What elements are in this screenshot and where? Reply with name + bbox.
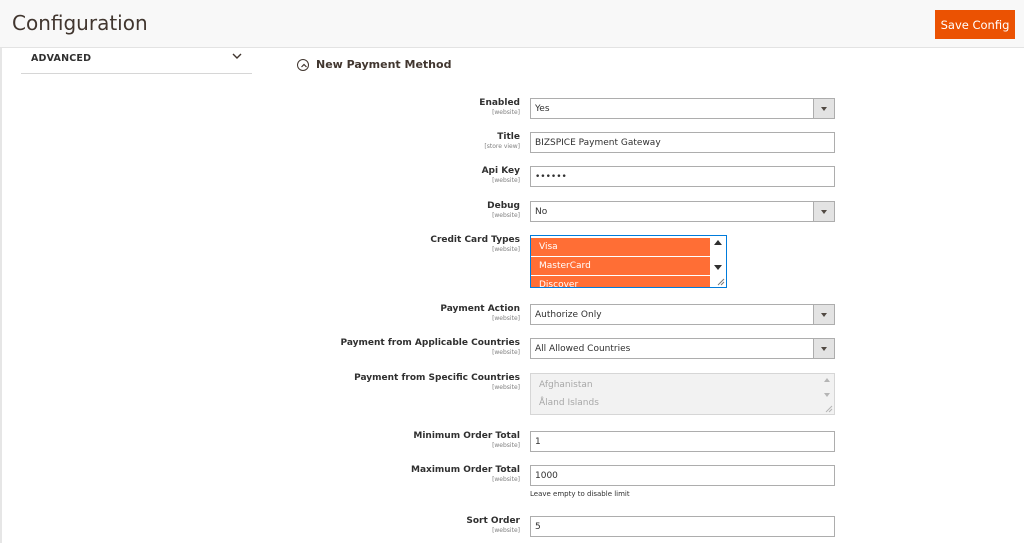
min-order-label: Minimum Order Total: [413, 431, 520, 441]
resize-grip-icon[interactable]: [716, 277, 725, 286]
cc-option-visa[interactable]: Visa: [531, 238, 711, 256]
scope-label: [store view]: [484, 143, 520, 150]
max-order-label: Maximum Order Total: [410, 465, 520, 475]
scope-label: [website]: [492, 315, 520, 322]
scope-label: [website]: [492, 527, 520, 534]
payment-action-select[interactable]: Authorize Only: [530, 304, 835, 325]
api-key-label: Api Key: [481, 166, 520, 176]
payment-action-value: Authorize Only: [535, 309, 602, 320]
scope-label: [website]: [492, 442, 520, 449]
scroll-up-icon: [824, 378, 830, 382]
country-option-afghanistan: Afghanistan: [539, 380, 593, 390]
specific-countries-label: Payment from Specific Countries: [354, 373, 520, 383]
debug-value: No: [535, 206, 548, 217]
payment-action-label: Payment Action: [440, 304, 520, 314]
section-title: New Payment Method: [316, 58, 452, 71]
sort-order-label: Sort Order: [466, 516, 520, 526]
title-label: Title: [497, 132, 520, 142]
scroll-down-icon: [824, 393, 830, 397]
sort-order-input[interactable]: 5: [530, 516, 835, 537]
cc-option-mastercard[interactable]: MasterCard: [531, 257, 711, 275]
collapse-circle-icon: [297, 58, 309, 71]
dropdown-arrow-icon: [813, 99, 834, 118]
sort-order-value: 5: [535, 521, 541, 532]
resize-grip-icon: [825, 405, 833, 413]
enabled-select[interactable]: Yes: [530, 98, 835, 119]
max-order-input[interactable]: 1000: [530, 465, 835, 486]
save-config-button[interactable]: Save Config: [935, 10, 1015, 39]
max-order-value: 1000: [535, 470, 558, 481]
scroll-down-icon[interactable]: [714, 265, 722, 270]
dropdown-arrow-icon: [813, 339, 834, 358]
sidebar-tab-label: ADVANCED: [31, 53, 92, 64]
enabled-value: Yes: [535, 103, 550, 114]
sidebar-tab-advanced[interactable]: ADVANCED: [21, 48, 252, 74]
debug-select[interactable]: No: [530, 201, 835, 222]
left-edge-strip: [0, 48, 2, 543]
applicable-countries-select[interactable]: All Allowed Countries: [530, 338, 835, 359]
applicable-countries-label: Payment from Applicable Countries: [340, 338, 520, 348]
api-key-value: ••••••: [535, 171, 567, 182]
country-option-aland-islands: Åland Islands: [539, 398, 599, 408]
page-header: Configuration Save Config: [0, 0, 1024, 48]
applicable-countries-value: All Allowed Countries: [535, 343, 631, 354]
page-title: Configuration: [12, 11, 148, 35]
scope-label: [website]: [492, 212, 520, 219]
cc-option-discover[interactable]: Discover: [531, 276, 711, 287]
scope-label: [website]: [492, 384, 520, 391]
scroll-up-icon[interactable]: [714, 240, 722, 245]
specific-countries-multiselect: Afghanistan Åland Islands: [530, 373, 835, 415]
title-value: BIZSPICE Payment Gateway: [535, 137, 661, 148]
scope-label: [website]: [492, 109, 520, 116]
chevron-down-icon: [232, 53, 242, 59]
cc-types-multiselect[interactable]: Visa MasterCard Discover: [530, 235, 727, 288]
cc-types-label: Credit Card Types: [430, 235, 520, 245]
max-order-note: Leave empty to disable limit: [530, 490, 630, 498]
api-key-input[interactable]: ••••••: [530, 166, 835, 187]
scope-label: [website]: [492, 349, 520, 356]
dropdown-arrow-icon: [813, 305, 834, 324]
min-order-input[interactable]: 1: [530, 431, 835, 452]
section-toggle[interactable]: New Payment Method: [297, 58, 451, 71]
dropdown-arrow-icon: [813, 202, 834, 221]
title-input[interactable]: BIZSPICE Payment Gateway: [530, 132, 835, 153]
scope-label: [website]: [492, 177, 520, 184]
min-order-value: 1: [535, 436, 541, 447]
scope-label: [website]: [492, 246, 520, 253]
scope-label: [website]: [492, 476, 520, 483]
enabled-label: Enabled: [479, 98, 520, 108]
debug-label: Debug: [487, 201, 520, 211]
